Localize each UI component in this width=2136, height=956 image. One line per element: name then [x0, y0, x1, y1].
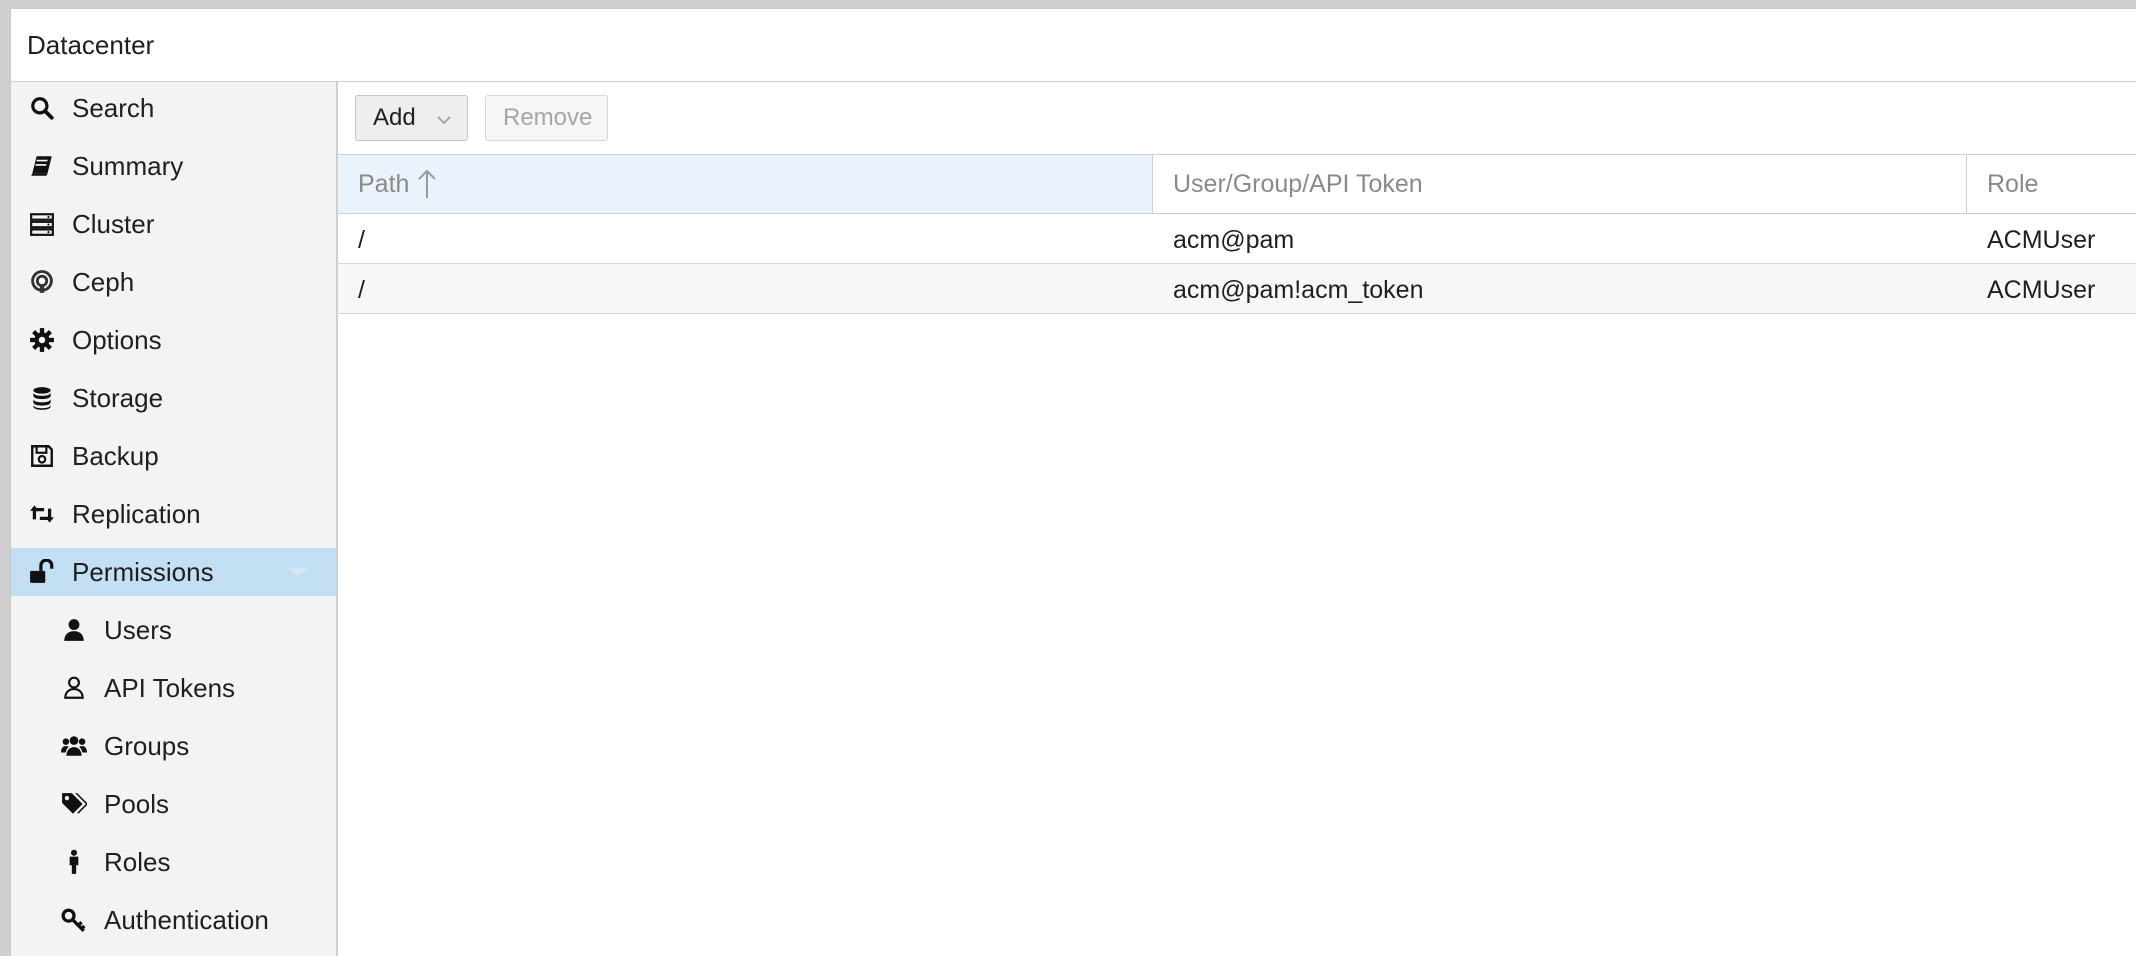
sidebar-item-options[interactable]: Options	[11, 316, 336, 364]
grid-header: Path User/Group/API Token Role	[338, 155, 2136, 214]
toolbar: Add Remove	[338, 82, 2136, 155]
search-icon	[28, 94, 56, 122]
book-icon	[28, 152, 56, 180]
table-row[interactable]: / acm@pam ACMUser	[338, 214, 2136, 264]
cell-role: ACMUser	[1987, 226, 2096, 254]
cell-path: /	[358, 226, 365, 254]
sidebar-item-label: Roles	[104, 846, 171, 877]
sidebar-item-storage[interactable]: Storage	[11, 374, 336, 422]
sidebar-item-summary[interactable]: Summary	[11, 142, 336, 190]
table-row[interactable]: / acm@pam!acm_token ACMUser	[338, 264, 2136, 314]
column-header-ugid[interactable]: User/Group/API Token	[1153, 155, 1967, 213]
sidebar-item-label: Storage	[72, 382, 164, 413]
gear-icon	[28, 326, 56, 354]
male-icon	[60, 848, 88, 876]
permissions-panel: Add Remove Path User/Group/API Token Rol…	[338, 82, 2136, 956]
cell-role: ACMUser	[1987, 276, 2096, 304]
sidebar-item-backup[interactable]: Backup	[11, 432, 336, 480]
cell-path: /	[358, 276, 365, 304]
cell-ugid: acm@pam!acm_token	[1173, 276, 1424, 304]
page-title: Datacenter	[27, 30, 155, 60]
sidebar-item-label: Options	[72, 324, 162, 355]
user-icon	[60, 616, 88, 644]
retweet-icon	[28, 500, 56, 528]
column-header-label: User/Group/API Token	[1173, 169, 1423, 198]
sidebar-item-groups[interactable]: Groups	[11, 722, 336, 770]
sidebar-item-pools[interactable]: Pools	[11, 780, 336, 828]
column-header-label: Path	[358, 169, 410, 198]
collapse-arrow-icon[interactable]	[288, 568, 308, 577]
sidebar-item-search[interactable]: Search	[11, 84, 336, 132]
sidebar-item-label: Groups	[104, 730, 190, 761]
server-icon	[28, 210, 56, 238]
sidebar-item-api-tokens[interactable]: API Tokens	[11, 664, 336, 712]
sidebar: Search Summary Cluster Ceph Options Stor…	[11, 82, 338, 956]
column-header-label: Role	[1987, 169, 2039, 198]
ceph-icon	[28, 268, 56, 296]
cell-ugid: acm@pam	[1173, 226, 1295, 254]
key-icon	[60, 906, 88, 934]
sidebar-item-label: Authentication	[104, 904, 269, 935]
sidebar-item-users[interactable]: Users	[11, 606, 336, 654]
datacenter-window: Datacenter Search Summary Cluster Ceph O…	[10, 8, 2136, 956]
column-header-role[interactable]: Role	[1967, 155, 2136, 213]
chevron-down-icon	[435, 108, 453, 136]
sidebar-item-label: Cluster	[72, 208, 155, 239]
sidebar-item-replication[interactable]: Replication	[11, 490, 336, 538]
sidebar-item-authentication[interactable]: Authentication	[11, 896, 336, 944]
title-bar: Datacenter	[11, 9, 2136, 82]
sort-ascending-icon	[416, 169, 438, 206]
sidebar-item-label: Summary	[72, 150, 184, 181]
sidebar-item-ceph[interactable]: Ceph	[11, 258, 336, 306]
sidebar-item-label: Search	[72, 92, 155, 123]
sidebar-item-cluster[interactable]: Cluster	[11, 200, 336, 248]
sidebar-item-label: Replication	[72, 498, 201, 529]
sidebar-item-label: Users	[104, 614, 172, 645]
remove-button[interactable]: Remove	[485, 95, 608, 141]
database-icon	[28, 384, 56, 412]
sidebar-item-label: Pools	[104, 788, 170, 819]
users-icon	[60, 732, 88, 760]
user-outline-icon	[60, 674, 88, 702]
sidebar-item-permissions[interactable]: Permissions	[11, 548, 336, 596]
sidebar-item-label: API Tokens	[104, 672, 236, 703]
sidebar-item-label: Permissions	[72, 556, 214, 587]
sidebar-item-label: Backup	[72, 440, 159, 471]
remove-button-label: Remove	[503, 104, 593, 131]
unlock-icon	[28, 558, 56, 586]
sidebar-item-label: Ceph	[72, 266, 135, 297]
add-button-label: Add	[373, 104, 416, 131]
floppy-icon	[28, 442, 56, 470]
sidebar-item-roles[interactable]: Roles	[11, 838, 336, 886]
add-button[interactable]: Add	[355, 95, 468, 141]
tags-icon	[60, 790, 88, 818]
column-header-path[interactable]: Path	[338, 155, 1153, 213]
